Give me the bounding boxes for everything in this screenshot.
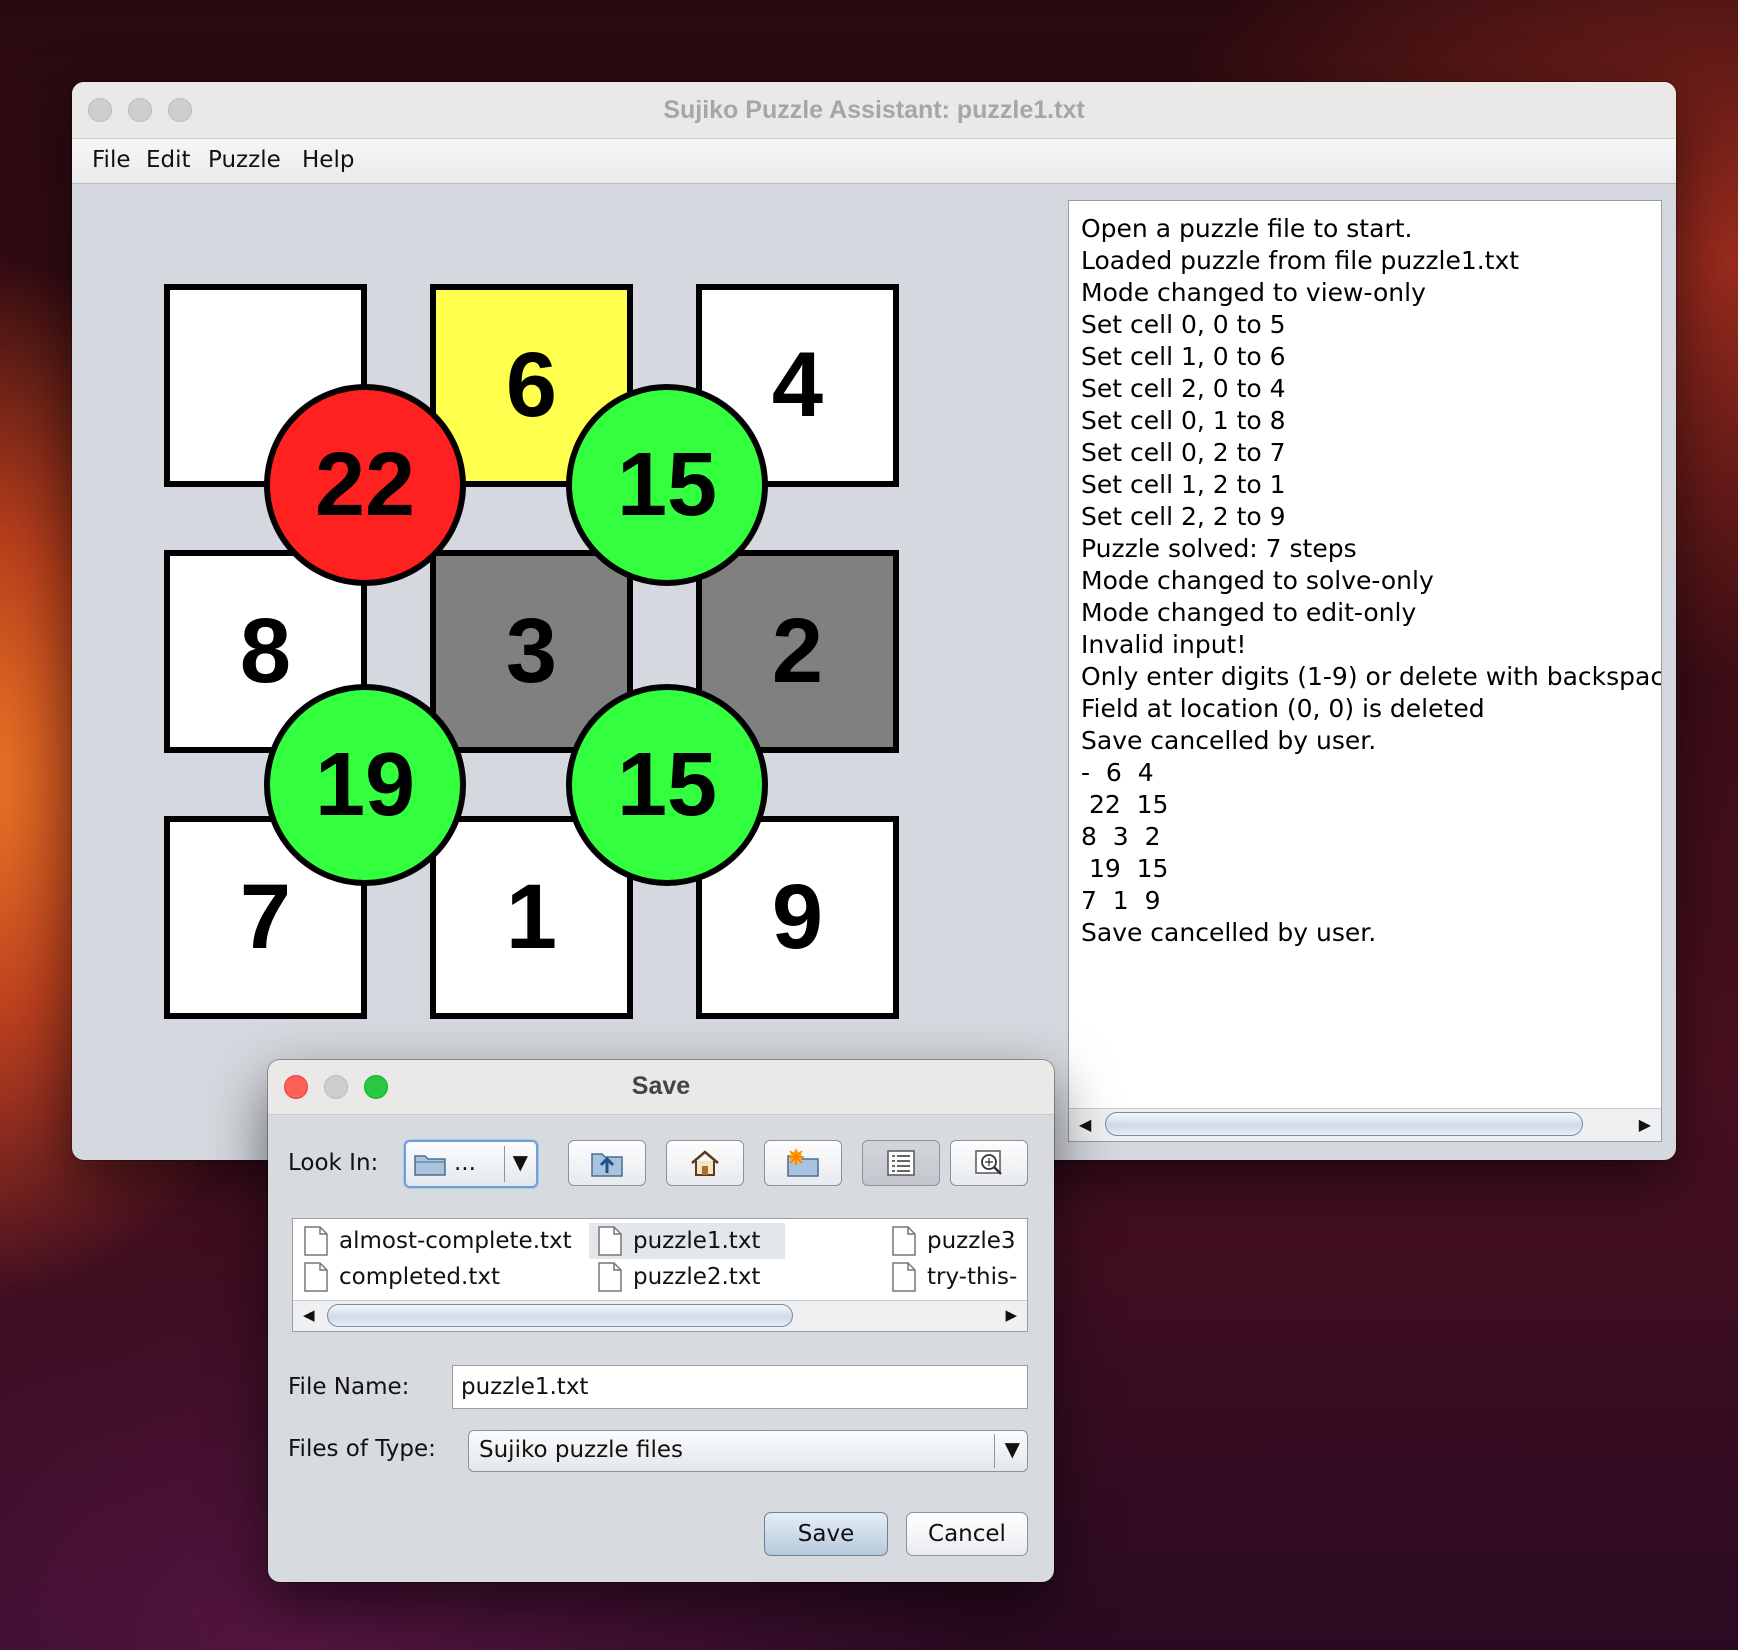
chevron-down-icon: ▼ xyxy=(1004,1437,1020,1461)
document-icon xyxy=(304,1262,328,1292)
log-line: 7 1 9 xyxy=(1081,886,1161,915)
file-name: puzzle2.txt xyxy=(633,1264,761,1290)
look-in-label: Look In: xyxy=(288,1150,379,1176)
log-line: Open a puzzle file to start. xyxy=(1081,214,1413,243)
log-line: Set cell 2, 0 to 4 xyxy=(1081,374,1286,403)
file-name: puzzle3 xyxy=(927,1228,1016,1254)
document-icon xyxy=(892,1262,916,1292)
sum-circle-bottom-right: 15 xyxy=(566,684,768,886)
new-folder-button[interactable] xyxy=(764,1140,842,1186)
log-line: Set cell 1, 0 to 6 xyxy=(1081,342,1286,371)
files-of-type-value: Sujiko puzzle files xyxy=(479,1437,684,1463)
file-name: almost-complete.txt xyxy=(339,1228,572,1254)
home-icon xyxy=(691,1150,719,1176)
folder-icon xyxy=(414,1155,446,1176)
file-item[interactable]: puzzle2.txt xyxy=(589,1259,760,1295)
scroll-right-arrow-icon[interactable]: ▶ xyxy=(1005,1306,1017,1324)
main-window: Sujiko Puzzle Assistant: puzzle1.txt Fil… xyxy=(72,82,1676,1160)
log-line: Invalid input! xyxy=(1081,630,1247,659)
look-in-combo[interactable]: ... ▼ xyxy=(404,1140,538,1188)
file-name: puzzle1.txt xyxy=(633,1228,761,1254)
log-line: 8 3 2 xyxy=(1081,822,1161,851)
scroll-left-arrow-icon[interactable]: ◀ xyxy=(303,1306,315,1324)
file-item-selected[interactable]: puzzle1.txt xyxy=(589,1223,785,1259)
log-line: Mode changed to solve-only xyxy=(1081,566,1434,595)
look-in-value: ... xyxy=(454,1150,476,1176)
dialog-title: Save xyxy=(631,1072,691,1100)
document-icon xyxy=(598,1226,622,1256)
file-name: completed.txt xyxy=(339,1264,500,1290)
scroll-thumb[interactable] xyxy=(1105,1112,1583,1136)
log-text-area[interactable]: Open a puzzle file to start. Loaded puzzl… xyxy=(1068,200,1662,1142)
log-line: Set cell 1, 2 to 1 xyxy=(1081,470,1286,499)
log-line: Mode changed to view-only xyxy=(1081,278,1426,307)
files-of-type-label: Files of Type: xyxy=(288,1436,436,1462)
file-name: try-this- xyxy=(927,1264,1018,1290)
sum-circle-top-right: 15 xyxy=(566,384,768,586)
file-item[interactable]: almost-complete.txt xyxy=(295,1223,572,1259)
scroll-thumb[interactable] xyxy=(327,1304,793,1327)
file-list-horizontal-scrollbar[interactable]: ◀ ▶ xyxy=(293,1300,1027,1331)
up-folder-icon xyxy=(591,1153,623,1177)
files-of-type-combo[interactable]: Sujiko puzzle files ▼ xyxy=(468,1430,1028,1472)
scroll-left-arrow-icon[interactable]: ◀ xyxy=(1079,1115,1091,1134)
log-line: Save cancelled by user. xyxy=(1081,918,1377,947)
puzzle-board: 6 4 8 3 2 7 1 9 22 15 19 15 xyxy=(72,82,1072,1082)
log-line: Set cell 0, 0 to 5 xyxy=(1081,310,1286,339)
log-line: Set cell 0, 2 to 7 xyxy=(1081,438,1286,467)
file-item[interactable]: completed.txt xyxy=(295,1259,500,1295)
list-view-icon xyxy=(887,1150,915,1176)
file-item[interactable]: try-this- xyxy=(883,1259,1017,1295)
new-folder-icon xyxy=(787,1149,819,1177)
sum-circle-bottom-left: 19 xyxy=(264,684,466,886)
log-line: Field at location (0, 0) is deleted xyxy=(1081,694,1485,723)
log-line: Set cell 0, 1 to 8 xyxy=(1081,406,1286,435)
log-line: Set cell 2, 2 to 9 xyxy=(1081,502,1286,531)
log-lines: Open a puzzle file to start. Loaded puzzl… xyxy=(1081,213,1662,949)
document-icon xyxy=(304,1226,328,1256)
combo-separator xyxy=(504,1146,505,1182)
save-button[interactable]: Save xyxy=(764,1512,888,1556)
cancel-button[interactable]: Cancel xyxy=(906,1512,1028,1556)
log-line: Loaded puzzle from file puzzle1.txt xyxy=(1081,246,1520,275)
chevron-down-icon: ▼ xyxy=(512,1150,528,1174)
log-line: - 6 4 xyxy=(1081,758,1154,787)
log-horizontal-scrollbar[interactable]: ◀ ▶ xyxy=(1069,1108,1661,1141)
log-line: 22 15 xyxy=(1081,790,1169,819)
document-icon xyxy=(892,1226,916,1256)
combo-separator xyxy=(994,1434,995,1468)
log-line: Only enter digits (1-9) or delete with b… xyxy=(1081,662,1662,691)
log-line: Mode changed to edit-only xyxy=(1081,598,1417,627)
details-view-button[interactable] xyxy=(950,1140,1028,1186)
scroll-right-arrow-icon[interactable]: ▶ xyxy=(1639,1115,1651,1134)
list-view-button[interactable] xyxy=(862,1140,940,1186)
sum-circle-top-left: 22 xyxy=(264,384,466,586)
log-line: Save cancelled by user. xyxy=(1081,726,1377,755)
file-item[interactable]: puzzle3 xyxy=(883,1223,1016,1259)
log-line: 19 15 xyxy=(1081,854,1169,883)
save-dialog: Save Look In: ... ▼ almost-complete.txt … xyxy=(268,1060,1054,1582)
log-line: Puzzle solved: 7 steps xyxy=(1081,534,1357,563)
dialog-title-bar: Save xyxy=(268,1060,1054,1115)
file-name-label: File Name: xyxy=(288,1374,410,1400)
file-list[interactable]: almost-complete.txt completed.txt puzzle… xyxy=(292,1218,1028,1332)
up-one-level-button[interactable] xyxy=(568,1140,646,1186)
home-button[interactable] xyxy=(666,1140,744,1186)
file-name-input[interactable] xyxy=(452,1365,1028,1409)
document-icon xyxy=(598,1262,622,1292)
details-view-icon xyxy=(975,1150,1002,1175)
